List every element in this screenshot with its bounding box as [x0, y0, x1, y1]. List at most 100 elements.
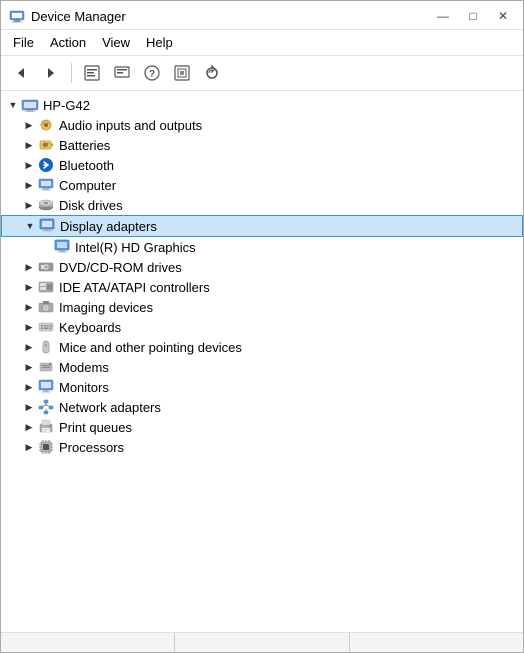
mice-label: Mice and other pointing devices: [59, 340, 242, 355]
keyboard-icon: [37, 318, 55, 336]
batteries-label: Batteries: [59, 138, 110, 153]
tree-node-print[interactable]: ▶ Print queues: [1, 417, 523, 437]
proc-chevron: ▶: [21, 439, 37, 455]
display-chevron: ▼: [22, 218, 38, 234]
status-section-3: [350, 633, 523, 652]
print-chevron: ▶: [21, 419, 37, 435]
title-bar: Device Manager — □ ✕: [1, 1, 523, 30]
toolbar-sep-1: [71, 63, 72, 83]
intel-icon: i: [53, 238, 71, 256]
mice-icon: [37, 338, 55, 356]
batteries-chevron: ▶: [21, 137, 37, 153]
network-icon: [37, 398, 55, 416]
root-label: HP-G42: [43, 98, 90, 113]
ide-chevron: ▶: [21, 279, 37, 295]
tree-node-proc[interactable]: ▶ Proces: [1, 437, 523, 457]
dvd-icon: [37, 258, 55, 276]
status-section-2: [175, 633, 349, 652]
display-icon: [38, 217, 56, 235]
proc-icon: [37, 438, 55, 456]
audio-label: Audio inputs and outputs: [59, 118, 202, 133]
scan-changes-button[interactable]: [168, 60, 196, 86]
title-left: Device Manager: [9, 8, 126, 24]
tree-node-modems[interactable]: ▶ Modems: [1, 357, 523, 377]
help-button[interactable]: ?: [138, 60, 166, 86]
dvd-label: DVD/CD-ROM drives: [59, 260, 182, 275]
imaging-icon: [37, 298, 55, 316]
status-section-1: [1, 633, 175, 652]
tree-node-batteries[interactable]: ▶ Batteries: [1, 135, 523, 155]
proc-label: Processors: [59, 440, 124, 455]
window-title: Device Manager: [31, 9, 126, 24]
minimize-button[interactable]: —: [431, 7, 455, 25]
root-chevron: ▼: [5, 97, 21, 113]
imaging-chevron: ▶: [21, 299, 37, 315]
refresh-button[interactable]: [198, 60, 226, 86]
tree-node-keyboard[interactable]: ▶ Keyboards: [1, 317, 523, 337]
network-chevron: ▶: [21, 399, 37, 415]
audio-icon: [37, 116, 55, 134]
tree-node-mice[interactable]: ▶ Mice and other pointing devices: [1, 337, 523, 357]
svg-text:i: i: [61, 244, 62, 249]
bluetooth-icon: [37, 156, 55, 174]
device-manager-window: Device Manager — □ ✕ File Action View He…: [0, 0, 524, 653]
root-icon: [21, 96, 39, 114]
disk-chevron: ▶: [21, 197, 37, 213]
toolbar: ?: [1, 56, 523, 91]
menu-help[interactable]: Help: [138, 32, 181, 53]
monitors-icon: [37, 378, 55, 396]
menu-file[interactable]: File: [5, 32, 42, 53]
modems-label: Modems: [59, 360, 109, 375]
disk-label: Disk drives: [59, 198, 123, 213]
menu-bar: File Action View Help: [1, 30, 523, 56]
monitors-label: Monitors: [59, 380, 109, 395]
tree-node-computer[interactable]: ▶ Computer: [1, 175, 523, 195]
network-label: Network adapters: [59, 400, 161, 415]
bluetooth-chevron: ▶: [21, 157, 37, 173]
app-icon: [9, 8, 25, 24]
tree-node-monitors[interactable]: ▶ Monitors: [1, 377, 523, 397]
tree-area[interactable]: ▼ HP-G42 ▶ Aud: [1, 91, 523, 632]
computer-chevron: ▶: [21, 177, 37, 193]
tree-node-imaging[interactable]: ▶ Imaging devices: [1, 297, 523, 317]
print-label: Print queues: [59, 420, 132, 435]
close-button[interactable]: ✕: [491, 7, 515, 25]
ide-icon: [37, 278, 55, 296]
keyboard-label: Keyboards: [59, 320, 121, 335]
keyboard-chevron: ▶: [21, 319, 37, 335]
tree-node-bluetooth[interactable]: ▶ Bluetooth: [1, 155, 523, 175]
tree-node-audio[interactable]: ▶ Audio inputs and outputs: [1, 115, 523, 135]
svg-text:?: ?: [149, 69, 155, 80]
intel-label: Intel(R) HD Graphics: [75, 240, 196, 255]
tree-node-disk[interactable]: ▶ Disk drives: [1, 195, 523, 215]
back-button[interactable]: [7, 60, 35, 86]
tree-node-intel[interactable]: i Intel(R) HD Graphics: [1, 237, 523, 257]
tree-node-root[interactable]: ▼ HP-G42: [1, 95, 523, 115]
maximize-button[interactable]: □: [461, 7, 485, 25]
computer-label: Computer: [59, 178, 116, 193]
mice-chevron: ▶: [21, 339, 37, 355]
ide-label: IDE ATA/ATAPI controllers: [59, 280, 210, 295]
menu-view[interactable]: View: [94, 32, 138, 53]
modems-chevron: ▶: [21, 359, 37, 375]
properties-button[interactable]: [78, 60, 106, 86]
tree-node-ide[interactable]: ▶ IDE ATA/ATAPI controllers: [1, 277, 523, 297]
update-driver-button[interactable]: [108, 60, 136, 86]
monitors-chevron: ▶: [21, 379, 37, 395]
dvd-chevron: ▶: [21, 259, 37, 275]
audio-chevron: ▶: [21, 117, 37, 133]
imaging-label: Imaging devices: [59, 300, 153, 315]
computer-icon: [37, 176, 55, 194]
title-controls: — □ ✕: [431, 7, 515, 25]
bluetooth-label: Bluetooth: [59, 158, 114, 173]
forward-button[interactable]: [37, 60, 65, 86]
print-icon: [37, 418, 55, 436]
tree-node-network[interactable]: ▶ Network adapters: [1, 397, 523, 417]
status-bar: [1, 632, 523, 652]
tree-node-display[interactable]: ▼ Display adapters: [1, 215, 523, 237]
tree-node-dvd[interactable]: ▶ DVD/CD-ROM drives: [1, 257, 523, 277]
display-label: Display adapters: [60, 219, 157, 234]
menu-action[interactable]: Action: [42, 32, 94, 53]
batteries-icon: [37, 136, 55, 154]
modems-icon: [37, 358, 55, 376]
